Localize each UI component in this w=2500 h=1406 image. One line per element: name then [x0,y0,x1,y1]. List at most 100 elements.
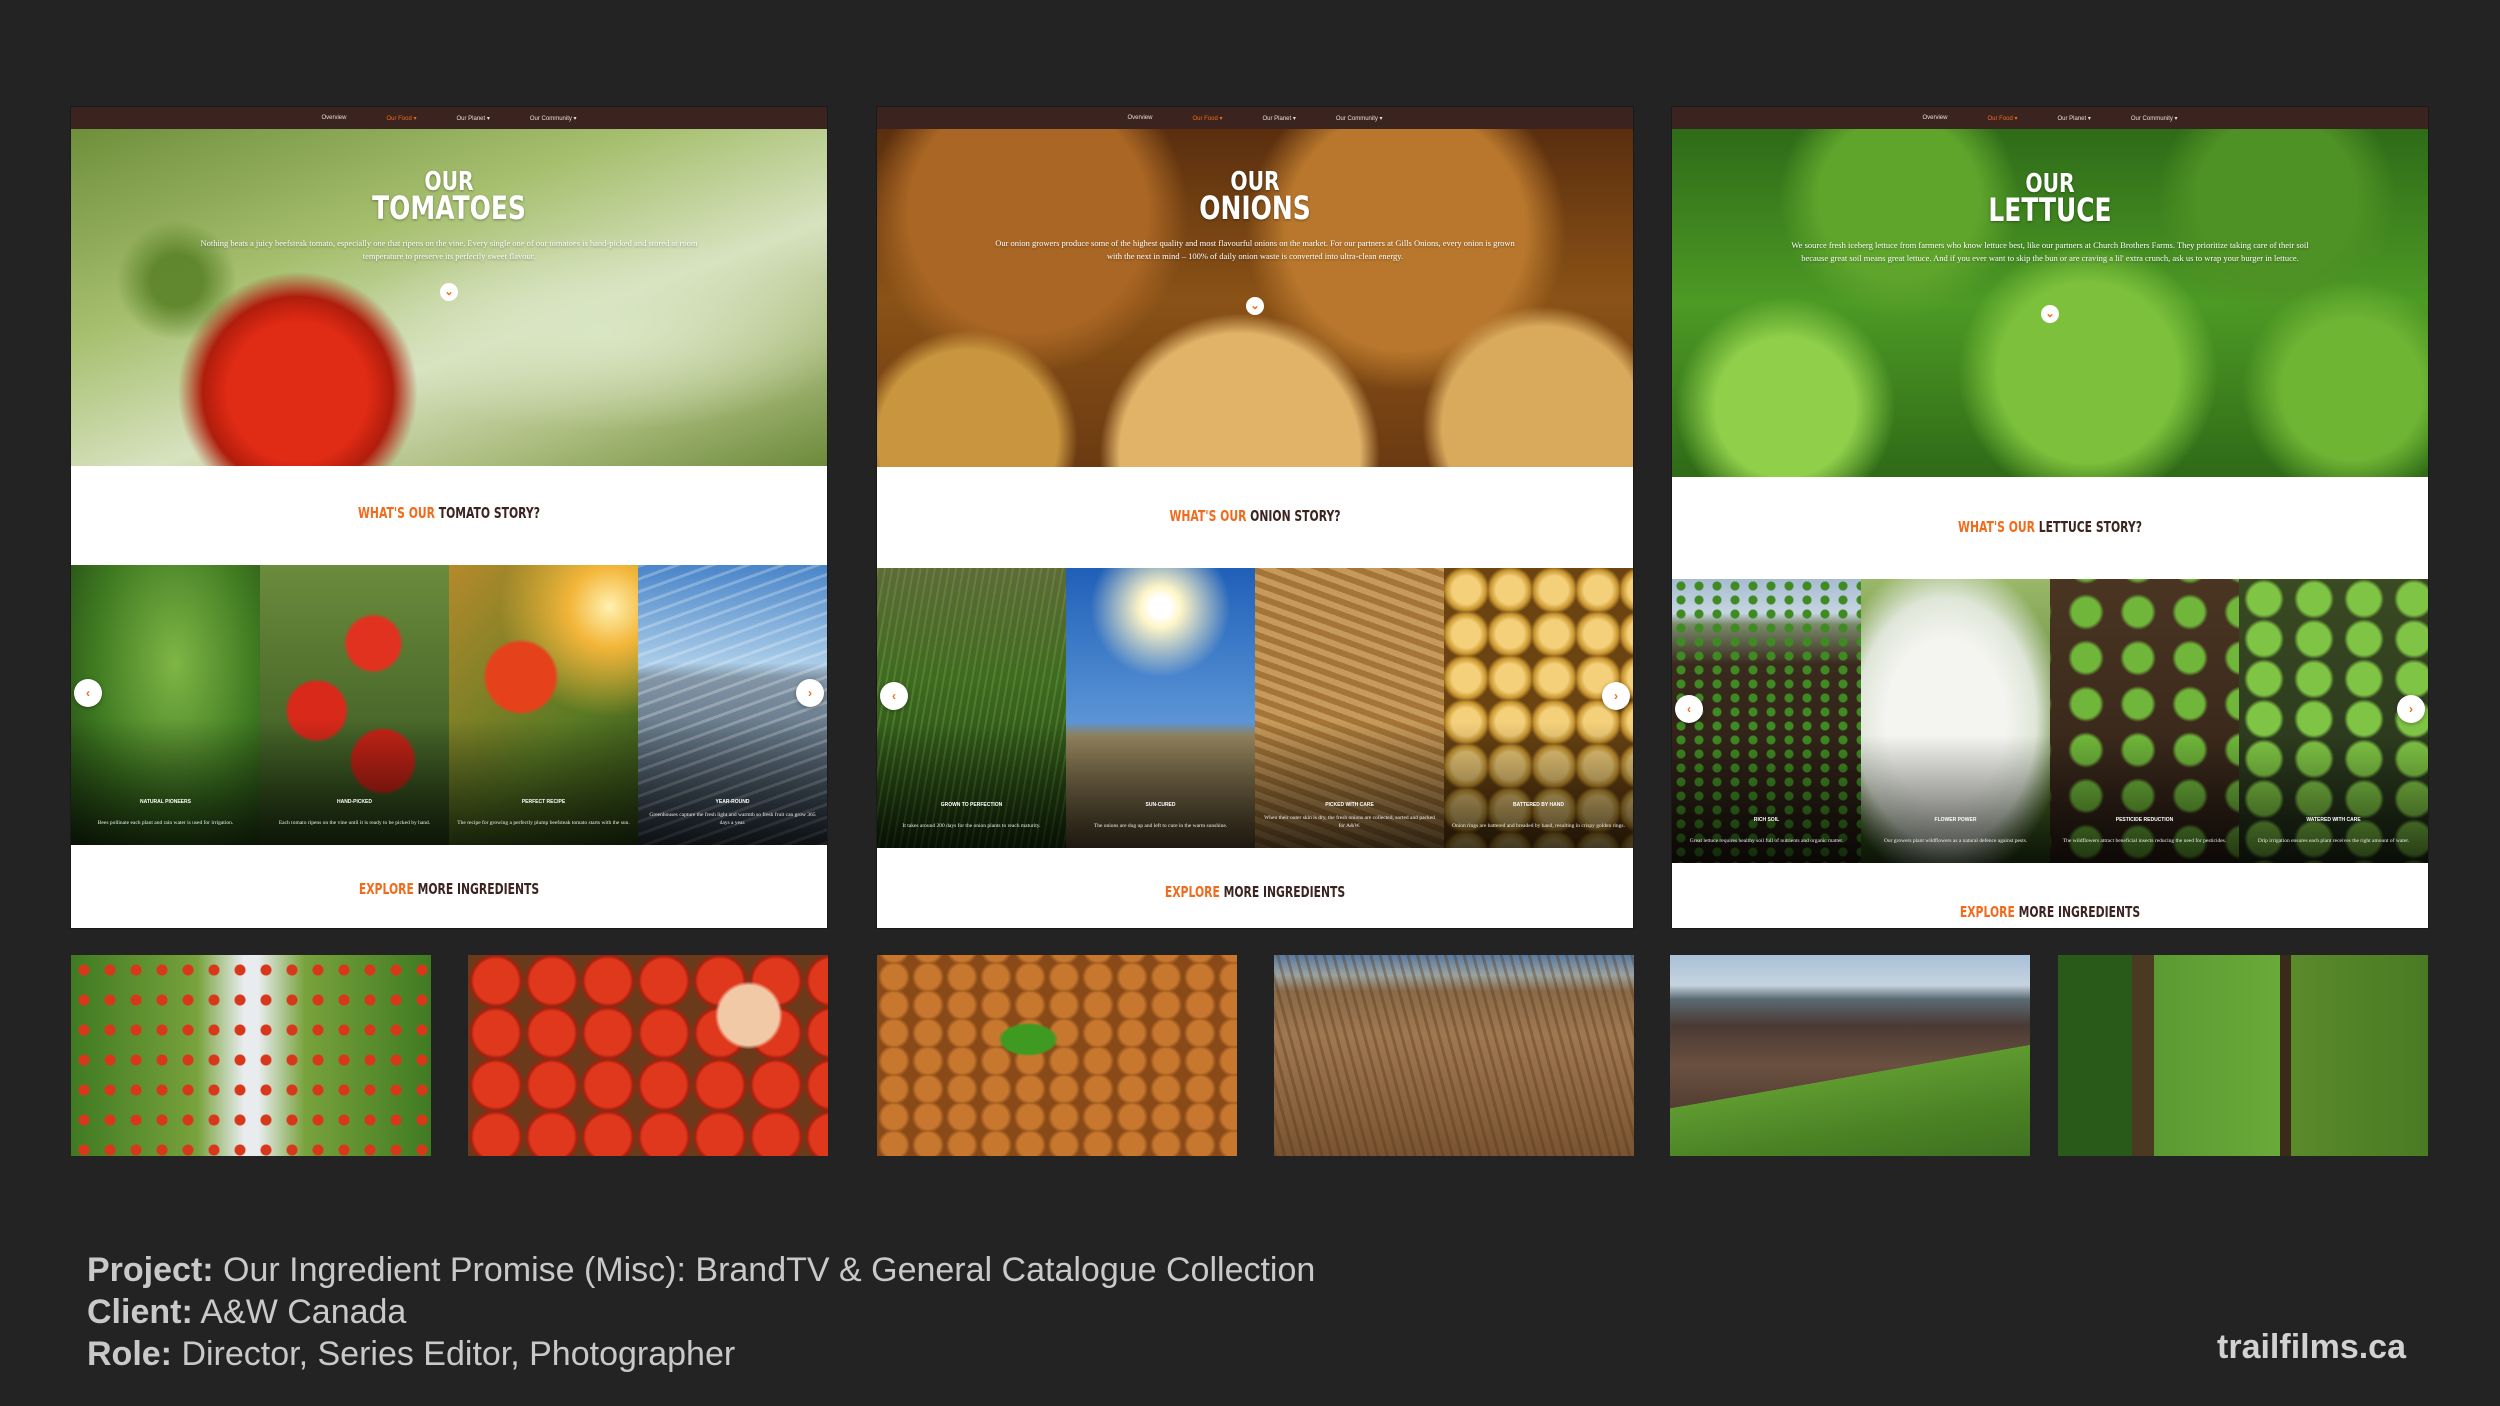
story-tile[interactable]: Hand-Picked Each tomato ripens on the vi… [260,565,449,845]
tile-caption: Greenhouses capture the fresh light and … [649,812,816,826]
tile-caption: Our growers plant wildflowers as a natur… [1883,837,2028,844]
chevron-left-icon[interactable]: ‹ [1675,695,1703,723]
screen-onions: Overview Our Food ▾ Our Planet ▾ Our Com… [877,107,1633,928]
explore-text: MORE INGREDIENTS [2018,903,2141,921]
tile-title: Grown to Perfection [940,802,1003,808]
nav-item-overview[interactable]: Overview [1127,115,1152,121]
hero-title: OUR TOMATOES [154,169,744,228]
story-heading-text: LETTUCE STORY? [2038,518,2142,536]
story-tile[interactable]: Natural Pioneers Bees pollinate each pla… [71,565,260,845]
story-tile[interactable]: Perfect Recipe The recipe for growing a … [449,565,638,845]
top-nav: Overview Our Food ▾ Our Planet ▾ Our Com… [1672,107,2428,129]
tile-caption: Bees pollinate each plant and rain water… [97,819,234,826]
project-line: Project: Our Ingredient Promise (Misc): … [87,1249,1315,1291]
tile-title: Natural Pioneers [140,799,191,805]
nav-item-our-community[interactable]: Our Community ▾ [1336,115,1383,122]
project-value: Our Ingredient Promise (Misc): BrandTV &… [213,1251,1316,1289]
story-heading-accent: WHAT'S OUR [1169,507,1247,525]
top-nav: Overview Our Food ▾ Our Planet ▾ Our Com… [71,107,827,129]
website-link[interactable]: trailfilms.ca [2217,1328,2406,1367]
chevron-down-icon[interactable]: ⌄ [1246,297,1264,315]
nav-item-our-community[interactable]: Our Community ▾ [530,115,577,122]
photo-tomato-crate [468,955,828,1156]
story-tile[interactable]: Pesticide Reduction The wildflowers attr… [2050,579,2239,863]
tile-caption: Onion rings are battered and breaded by … [1452,822,1625,829]
tile-caption: The onions are dug up and left to cure i… [1093,822,1228,829]
explore-accent: EXPLORE [1959,903,2015,921]
chevron-left-icon[interactable]: ‹ [880,682,908,710]
photo-onion-tractor [877,955,1237,1156]
nav-item-our-planet[interactable]: Our Planet ▾ [1262,115,1295,122]
project-label: Project: [87,1251,214,1289]
screen-tomatoes: Overview Our Food ▾ Our Planet ▾ Our Com… [71,107,827,928]
story-tile[interactable]: Sun-Cured The onions are dug up and left… [1066,568,1255,848]
nav-item-our-food[interactable]: Our Food ▾ [386,115,416,122]
screen-lettuce: Overview Our Food ▾ Our Planet ▾ Our Com… [1672,107,2428,928]
story-heading-accent: WHAT'S OUR [358,504,435,522]
hero-description: Our onion growers produce some of the hi… [995,238,1515,261]
explore-heading[interactable]: EXPLORE MORE INGREDIENTS [1778,903,2322,921]
story-tile[interactable]: Picked With Care When their outer skin i… [1255,568,1444,848]
explore-heading[interactable]: EXPLORE MORE INGREDIENTS [983,883,1527,901]
hero-title-line2: ONIONS [1199,189,1311,228]
nav-item-overview[interactable]: Overview [321,115,346,121]
story-tile[interactable]: Battered by Hand Onion rings are battere… [1444,568,1633,848]
nav-item-overview[interactable]: Overview [1922,115,1947,121]
tile-caption: Drip irrigation ensures each plant recei… [2257,837,2410,844]
story-heading: WHAT'S OUR TOMATO STORY? [177,504,721,522]
chevron-down-icon[interactable]: ⌄ [2041,305,2059,323]
tile-title: Hand-Picked [337,799,372,805]
story-carousel: Natural Pioneers Bees pollinate each pla… [71,565,827,845]
tile-title: Sun-Cured [1145,802,1176,808]
explore-accent: EXPLORE [358,880,414,898]
hero-image: OUR LETTUCE We source fresh iceberg lett… [1672,129,2428,477]
explore-heading[interactable]: EXPLORE MORE INGREDIENTS [177,880,721,898]
role-label: Role: [87,1335,172,1373]
tile-caption: Each tomato ripens on the vine until it … [278,819,431,826]
hero-title-line2: TOMATOES [372,189,526,228]
photo-field-tractor [1274,955,1634,1156]
tile-caption: The recipe for growing a perfectly plump… [457,819,630,826]
hero-title-line2: LETTUCE [1988,191,2112,230]
nav-item-our-food[interactable]: Our Food ▾ [1192,115,1222,122]
tile-title: Picked With Care [1325,802,1374,808]
tile-title: Rich Soil [1753,817,1780,823]
tile-title: Pesticide Reduction [2115,817,2174,823]
story-carousel: Grown to Perfection It takes around 200 … [877,568,1633,848]
chevron-left-icon[interactable]: ‹ [74,679,102,707]
explore-text: MORE INGREDIENTS [1223,883,1346,901]
story-tile[interactable]: Rich Soil Great lettuce requires healthy… [1672,579,1861,863]
explore-text: MORE INGREDIENTS [417,880,540,898]
story-tile[interactable]: Grown to Perfection It takes around 200 … [877,568,1066,848]
nav-item-our-planet[interactable]: Our Planet ▾ [456,115,489,122]
story-heading-text: TOMATO STORY? [438,504,540,522]
tile-caption: When their outer skin is dry, the fresh … [1264,815,1435,829]
story-heading: WHAT'S OUR ONION STORY? [983,507,1527,525]
chevron-right-icon[interactable]: › [2397,695,2425,723]
tile-title: Perfect Recipe [521,799,566,805]
nav-item-our-food[interactable]: Our Food ▾ [1987,115,2017,122]
hero-title: OUR ONIONS [960,169,1550,228]
story-tile[interactable]: Watered With Care Drip irrigation ensure… [2239,579,2428,863]
tile-caption: Great lettuce requires healthy soil full… [1689,837,1844,844]
story-heading-accent: WHAT'S OUR [1958,518,2035,536]
tile-title: Battered by Hand [1513,802,1564,808]
chevron-right-icon[interactable]: › [1602,682,1630,710]
chevron-down-icon[interactable]: ⌄ [440,283,458,301]
hero-description: We source fresh iceberg lettuce from far… [1791,240,2309,263]
nav-item-our-planet[interactable]: Our Planet ▾ [2057,115,2090,122]
photo-aerial-fields [2058,955,2428,1156]
hero-title: OUR LETTUCE [1755,171,2345,230]
client-value: A&W Canada [192,1293,407,1331]
tile-caption: It takes around 200 days for the onion p… [902,822,1041,829]
explore-accent: EXPLORE [1164,883,1220,901]
client-line: Client: A&W Canada [87,1291,1315,1333]
tile-title: Flower Power [1934,817,1977,823]
story-tile[interactable]: Year-Round Greenhouses capture the fresh… [638,565,827,845]
chevron-right-icon[interactable]: › [796,679,824,707]
photo-greenhouse-tomatoes [71,955,431,1156]
tile-caption: The wildflowers attract beneficial insec… [2062,837,2227,844]
nav-item-our-community[interactable]: Our Community ▾ [2131,115,2178,122]
story-tile[interactable]: Flower Power Our growers plant wildflowe… [1861,579,2050,863]
story-heading-text: ONION STORY? [1250,507,1341,525]
